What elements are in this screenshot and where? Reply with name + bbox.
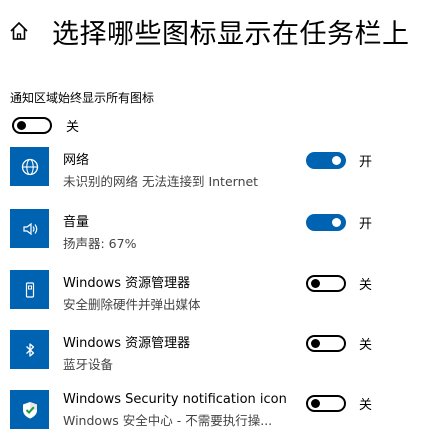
item-name: Windows 资源管理器 [63,276,191,291]
always-show-label: 通知区域始终显示所有图标 [10,91,155,105]
toggle-state: 关 [359,398,373,413]
list-item-bluetooth: Windows 资源管理器 蓝牙设备 关 [0,330,442,374]
item-status: Windows 安全中心 - 不需要执行操... [63,413,273,428]
toggle-knob [311,399,320,408]
list-item-windows-security: Windows Security notification icon Windo… [0,390,442,434]
item-status: 未识别的网络 无法连接到 Internet [63,174,259,189]
windows-security-toggle[interactable] [306,395,346,412]
usb-eject-icon [10,270,49,309]
item-status: 扬声器: 67% [63,236,137,251]
speaker-icon [10,209,49,248]
always-show-state: 关 [66,120,80,135]
always-show-toggle-group: 关 [12,116,79,135]
list-item-eject-hardware: Windows 资源管理器 安全删除硬件并弹出媒体 关 [0,270,442,314]
item-name: 音量 [63,215,90,230]
item-status: 蓝牙设备 [63,357,114,372]
toggle-knob [17,121,26,130]
item-name: Windows Security notification icon [63,392,287,407]
list-item-volume: 音量 扬声器: 67% 开 [0,209,442,253]
always-show-toggle[interactable] [12,117,52,134]
list-item-network: 网络 未识别的网络 无法连接到 Internet 开 [0,147,442,191]
toggle-state: 关 [359,338,373,353]
toggle-state: 开 [359,217,373,232]
toggle-knob [311,339,320,348]
home-icon[interactable] [8,20,30,42]
toggle-knob [332,218,341,227]
item-status: 安全删除硬件并弹出媒体 [63,297,201,312]
page-title: 选择哪些图标显示在任务栏上 [52,19,410,50]
item-name: 网络 [63,153,90,168]
toggle-knob [311,279,320,288]
eject-hardware-toggle[interactable] [306,275,346,292]
network-icon [10,147,49,186]
network-toggle[interactable] [306,152,346,169]
item-name: Windows 资源管理器 [63,336,191,351]
bluetooth-toggle[interactable] [306,335,346,352]
toggle-knob [332,156,341,165]
volume-toggle[interactable] [306,214,346,231]
security-shield-icon [10,390,49,429]
bluetooth-icon [10,330,49,369]
toggle-state: 关 [359,278,373,293]
toggle-state: 开 [359,155,373,170]
